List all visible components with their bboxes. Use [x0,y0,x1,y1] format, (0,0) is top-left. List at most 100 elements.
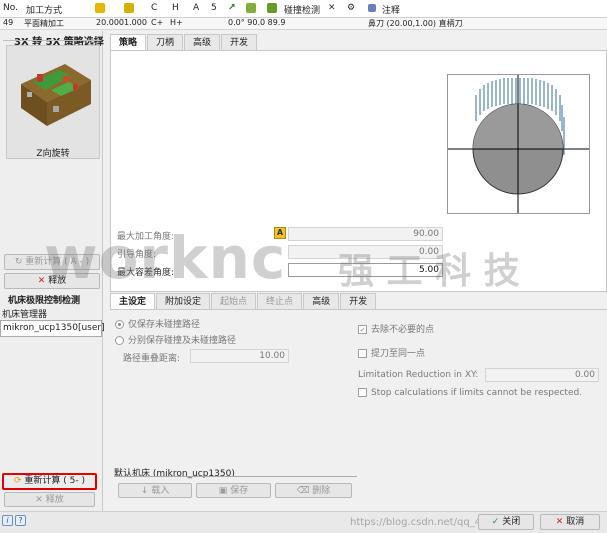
checkbox-empty-icon [358,349,367,358]
strategy-tile-z-rotation[interactable]: Z向旋转 [6,45,100,159]
tab-main-settings[interactable]: 主设定 [110,293,156,309]
release-button-1[interactable]: ✕ 释放 [4,273,100,289]
save-icon: ▣ [218,486,228,496]
col-5: 5 [211,3,217,13]
tile-label: Z向旋转 [36,149,70,159]
tab-advanced-2[interactable]: 高级 [303,293,340,309]
col-note-icon [368,3,376,13]
strategy-tabs: 策略 刀柄 高级 开发 [110,34,258,50]
overlap-field[interactable]: 10.00 [190,349,289,363]
release-x-icon: ✕ [37,276,46,286]
strategy-preview [447,74,590,214]
delete-label: 删除 [312,486,331,496]
recalc-5-label: 重新计算 ( 5- ) [24,476,85,486]
col-collision: 碰撞检测 [284,6,321,16]
load-button[interactable]: ↓ 载入 [118,483,192,498]
chk-stop-label: Stop calculations if limits cannot be re… [371,388,583,398]
default-machine-divider [114,476,357,477]
release-label-2: 释放 [45,495,64,505]
default-machine-title: 默认机床 (mikron_ucp1350) [114,469,235,479]
stock-col-icon [246,3,256,14]
limitation-field[interactable]: 0.00 [485,368,599,382]
tab-additional-settings[interactable]: 附加设定 [156,293,211,309]
collision-col-icon [267,3,277,14]
feed-col-icon [124,3,134,14]
radio-save-separately[interactable]: 分别保存碰撞及未碰撞路径 [115,333,236,346]
radio-1-label: 仅保存未碰撞路径 [128,320,201,330]
row-val1: 20.000 [96,18,124,27]
angle-badge-a: A [274,227,286,239]
row-id: 49 [3,18,14,27]
tool-col-icon [95,3,105,14]
lead-angle-field[interactable]: 0.00 [288,245,443,259]
cross-icon: ✕ [328,3,336,13]
radio-save-non-colliding[interactable]: 仅保存未碰撞路径 [115,317,200,330]
toolpath-col-icon: ↗ [228,3,236,13]
radio-dot-off [115,336,124,345]
chk-lift-label: 提刀至同一点 [371,349,426,359]
col-a: A [193,3,200,13]
recalc-icon: ⟳ [13,476,22,486]
chk-lift-same-point[interactable]: 提刀至同一点 [358,346,425,359]
row-angles: 0.0° 90.0 89.9 [228,18,286,27]
operation-row[interactable]: 49 平面精加工 20.000 1.000 C+ H+ 0.0° 90.0 89… [0,18,607,30]
cancel-x-icon: ✕ [555,517,564,527]
release-x-icon-2: ✕ [35,495,43,505]
load-icon: ↓ [140,486,149,496]
info-icon[interactable]: i [2,515,13,526]
tool-orientation-diagram [448,75,589,213]
row-val3: C+ [151,18,164,27]
gear-col-icon: ⚙ [347,3,356,13]
tab-strategy[interactable]: 策略 [110,34,147,50]
cancel-button[interactable]: ✕ 取消 [540,514,600,530]
save-button[interactable]: ▣ 保存 [196,483,271,498]
check-icon: ✓ [491,517,500,527]
tab-end-point[interactable]: 终止点 [257,293,303,309]
tabs-divider [110,309,607,310]
lead-angle-label: 引导角度: [117,250,157,260]
radio-dot-on [115,320,124,329]
release-label-1: 释放 [48,276,67,286]
limitation-label: Limitation Reduction in XY: [358,370,479,380]
load-label: 载入 [151,486,170,496]
col-h: H [172,3,179,13]
release-button-2[interactable]: ✕ 释放 [4,492,95,507]
tab-develop[interactable]: 开发 [221,34,258,50]
col-c: C [151,3,158,13]
row-val4: H+ [170,18,183,27]
chk-remove-points[interactable]: ✓ 去除不必要的点 [358,322,434,335]
tab-start-point[interactable]: 起始点 [211,293,257,309]
row-val2: 1.000 [124,18,147,27]
checkbox-empty-icon-2 [358,388,367,397]
recalc-a-button[interactable]: ↻ 重新计算 ( A - ) [4,254,100,270]
col-operation-type: 加工方式 [26,6,63,16]
checkbox-checked-icon: ✓ [358,325,367,334]
max-tolerance-field[interactable]: 5.00 [288,263,443,277]
overlap-label: 路径重叠距离: [123,354,181,364]
chk-remove-label: 去除不必要的点 [371,325,435,335]
help-icon[interactable]: ? [15,515,26,526]
close-label: 关闭 [502,517,521,527]
col-note: 注释 [382,6,401,16]
tab-advanced[interactable]: 高级 [184,34,221,50]
col-no: No. [3,3,18,13]
delete-button[interactable]: ⌫ 删除 [275,483,352,498]
recalc-5-button[interactable]: ⟳ 重新计算 ( 5- ) [2,473,97,490]
row-name: 平面精加工 [24,19,64,28]
group-divider [3,40,101,41]
settings-tabs: 主设定 附加设定 起始点 终止点 高级 开发 [110,293,377,309]
tab-tool-holder[interactable]: 刀柄 [147,34,184,50]
radio-2-label: 分别保存碰撞及未碰撞路径 [128,336,237,346]
recalc-a-label: 重新计算 ( A - ) [25,257,90,267]
part-model-icon [21,64,91,126]
close-button[interactable]: ✓ 关闭 [478,514,534,530]
refresh-icon: ↻ [14,257,23,267]
tab-develop-2[interactable]: 开发 [340,293,377,309]
chk-stop-calculations[interactable]: Stop calculations if limits cannot be re… [358,388,582,398]
max-angle-field[interactable]: 90.00 [288,227,443,241]
operation-list-header: No. 加工方式 C H A 5 ↗ 碰撞检测 ✕ ⚙ 注释 [0,0,607,18]
save-label: 保存 [230,486,249,496]
row-tool: 鼻刀 (20.00,1.00) 直柄刀 [368,19,463,28]
max-tolerance-label: 最大容差角度: [117,268,175,278]
machine-manager-field[interactable]: mikron_ucp1350[user] [0,320,105,337]
